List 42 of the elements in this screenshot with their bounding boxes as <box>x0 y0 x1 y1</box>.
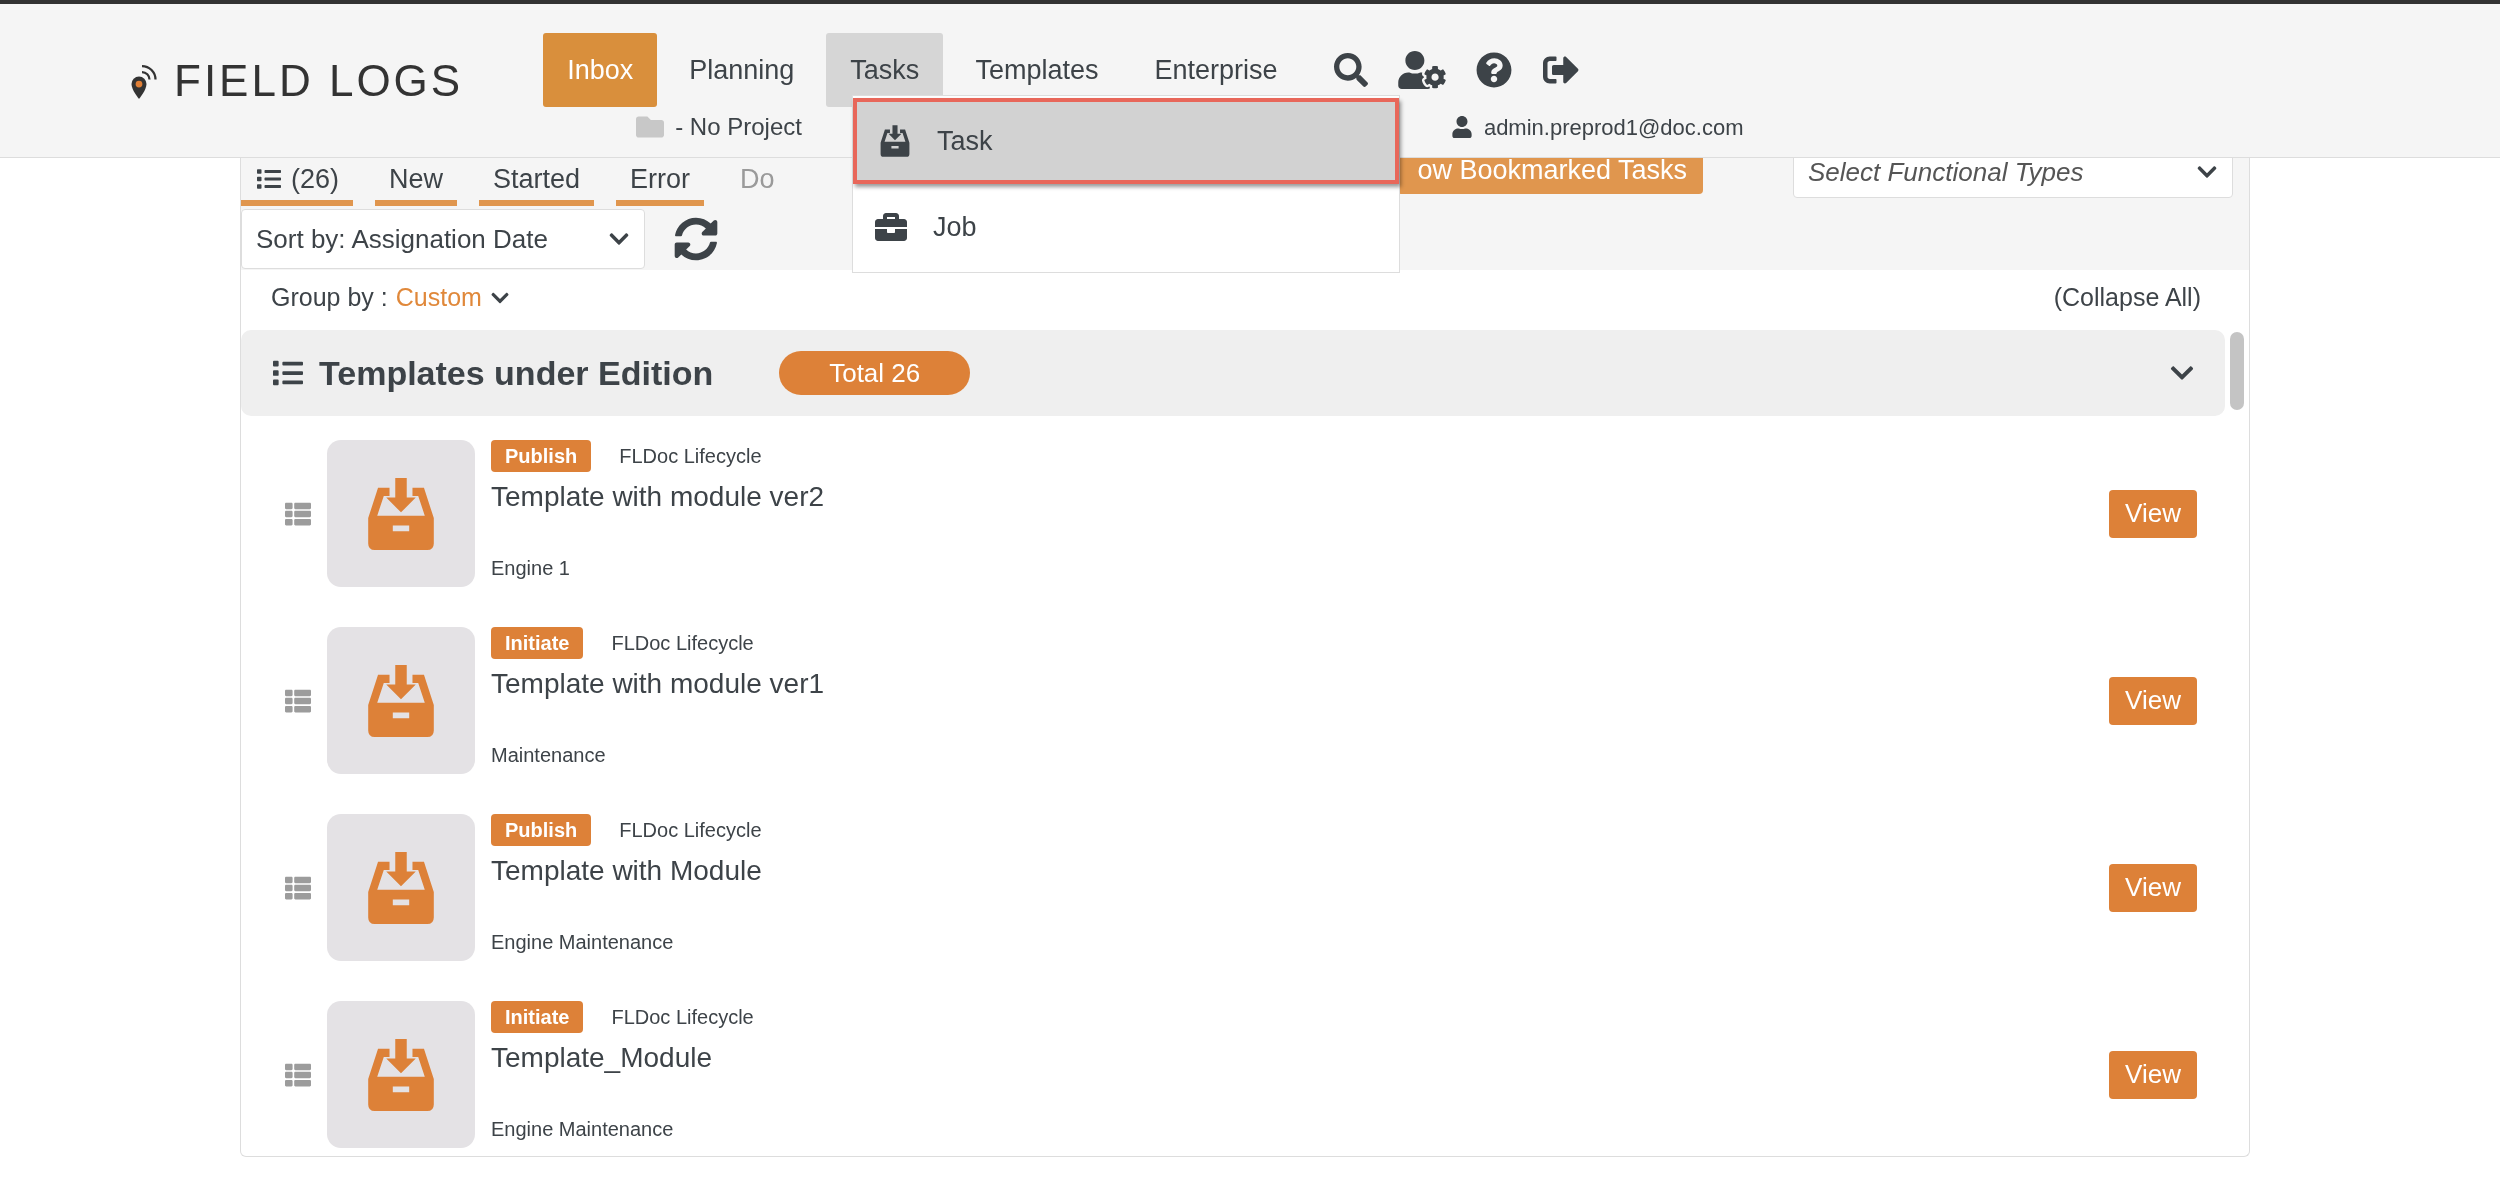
group-title: Templates under Edition <box>319 352 714 394</box>
user-icon <box>1451 116 1472 138</box>
help-icon[interactable] <box>1475 52 1512 88</box>
template-subtitle: Maintenance <box>491 743 607 768</box>
list-icon <box>255 167 283 191</box>
scrollbar-thumb[interactable] <box>2230 332 2244 410</box>
stage-badge: Initiate <box>491 1001 584 1033</box>
drag-handle-icon[interactable] <box>283 687 313 714</box>
search-icon[interactable] <box>1333 53 1368 87</box>
drag-handle-icon[interactable] <box>283 500 313 527</box>
template-subtitle: Engine Maintenance <box>491 930 675 955</box>
sort-select[interactable]: Sort by: Assignation Date <box>241 209 645 269</box>
group-by-label: Group by : <box>271 282 388 314</box>
group-header[interactable]: Templates under Edition Total 26 <box>241 330 2225 416</box>
template-subtitle: Engine 1 <box>491 556 571 581</box>
drag-handle-icon[interactable] <box>283 874 313 901</box>
list-icon <box>271 358 305 388</box>
stage-badge: Publish <box>491 440 592 472</box>
briefcase-icon <box>873 211 909 243</box>
template-title: Template with module ver2 <box>491 480 825 514</box>
nav-tab[interactable]: Planning <box>665 33 819 107</box>
lifecycle-label: FLDoc Lifecycle <box>619 444 762 469</box>
menu-item[interactable]: Task <box>853 98 1399 184</box>
refresh-icon[interactable] <box>673 217 719 261</box>
menu-item[interactable]: Job <box>853 184 1399 270</box>
template-subtitle: Engine Maintenance <box>491 1117 675 1142</box>
template-title: Template with Module <box>491 854 762 888</box>
template-title: Template_Module <box>491 1041 714 1075</box>
project-label: - No Project <box>675 112 802 142</box>
collapse-all-link[interactable]: (Collapse All) <box>2053 279 2201 317</box>
stage-badge: Initiate <box>491 627 584 659</box>
user-email: admin.preprod1@doc.com <box>1483 113 1744 142</box>
lifecycle-label: FLDoc Lifecycle <box>611 631 754 656</box>
template-title: Template with module ver1 <box>491 667 825 701</box>
user-settings-icon[interactable] <box>1397 51 1446 89</box>
total-badge: Total 26 <box>779 351 971 395</box>
stage-badge: Publish <box>491 814 592 846</box>
logo-text: FIELD LOGS <box>174 55 464 107</box>
drag-handle-icon[interactable] <box>283 1061 313 1088</box>
lifecycle-label: FLDoc Lifecycle <box>611 1005 754 1030</box>
lifecycle-label: FLDoc Lifecycle <box>619 818 762 843</box>
functional-types-select[interactable]: Select Functional Types <box>1793 158 2233 198</box>
